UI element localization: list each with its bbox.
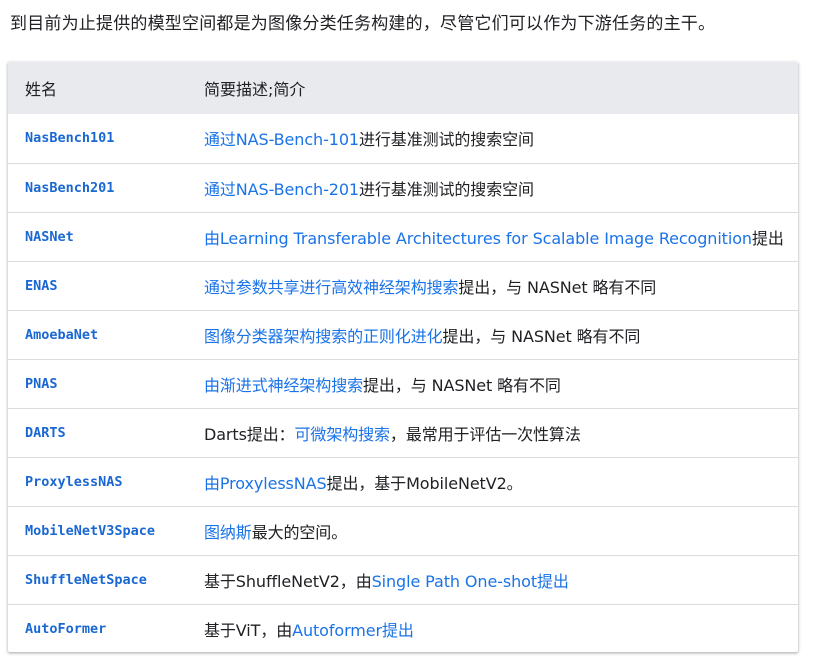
table-row: MobileNetV3Space 图纳斯最大的空间。 bbox=[8, 506, 798, 555]
model-space-name: NasBench101 bbox=[25, 130, 115, 147]
description-link[interactable]: 通过NAS-Bench-201 bbox=[204, 180, 359, 199]
table-row: NasBench201 通过NAS-Bench-201进行基准测试的搜索空间 bbox=[8, 163, 798, 212]
description-text: 提出，与 NASNet 略有不同 bbox=[442, 326, 641, 346]
model-space-table-grid: 姓名 简要描述;简介 NasBench101 通过NAS-Bench-101进行基… bbox=[8, 62, 798, 652]
table-row: AmoebaNet 图像分类器架构搜索的正则化进化提出，与 NASNet 略有不同 bbox=[8, 310, 798, 359]
model-space-description: 由渐进式神经架构搜索提出，与 NASNet 略有不同 bbox=[187, 359, 798, 408]
description-text: 提出，与 NASNet 略有不同 bbox=[363, 375, 561, 395]
description-text: 提出，基于MobileNetV2。 bbox=[326, 473, 523, 493]
table-header: 姓名 简要描述;简介 bbox=[8, 62, 798, 114]
description-text: 基于ViT，由 bbox=[204, 620, 293, 640]
model-space-name: ENAS bbox=[25, 277, 58, 294]
description-text: 提出 bbox=[751, 228, 784, 248]
model-space-description: 图纳斯最大的空间。 bbox=[187, 506, 798, 555]
description-link[interactable]: 可微架构搜索 bbox=[295, 425, 391, 444]
model-space-name: AutoFormer bbox=[25, 620, 107, 637]
description-link[interactable]: 图纳斯 bbox=[204, 523, 252, 542]
table-row: ShuffleNetSpace 基于ShuffleNetV2，由Single Pa… bbox=[8, 555, 798, 604]
model-space-name: NasBench201 bbox=[25, 179, 115, 196]
model-space-description: 由ProxylessNAS提出，基于MobileNetV2。 bbox=[187, 457, 798, 506]
description-text: 进行基准测试的搜索空间 bbox=[359, 130, 534, 150]
table-row: NasBench101 通过NAS-Bench-101进行基准测试的搜索空间 bbox=[8, 114, 798, 163]
description-text: ，最常用于评估一次性算法 bbox=[389, 424, 581, 444]
description-text: Darts提出： bbox=[204, 424, 295, 444]
model-space-table: 姓名 简要描述;简介 NasBench101 通过NAS-Bench-101进行基… bbox=[8, 62, 798, 652]
table-row: NASNet 由Learning Transferable Architectur… bbox=[8, 212, 798, 261]
description-text: 基于ShuffleNetV2，由 bbox=[204, 571, 372, 591]
description-link[interactable]: 由Learning Transferable Architectures for… bbox=[204, 229, 752, 248]
table-row: DARTS Darts提出：可微架构搜索，最常用于评估一次性算法 bbox=[8, 408, 798, 457]
model-space-description: 通过NAS-Bench-201进行基准测试的搜索空间 bbox=[187, 163, 798, 212]
model-space-name: MobileNetV3Space bbox=[25, 522, 156, 539]
column-header-name: 姓名 bbox=[25, 80, 58, 99]
model-space-name: AmoebaNet bbox=[25, 326, 99, 343]
description-text: 提出，与 NASNet 略有不同 bbox=[458, 277, 657, 297]
description-text: 最大的空间。 bbox=[251, 522, 348, 542]
model-space-description: 通过NAS-Bench-101进行基准测试的搜索空间 bbox=[187, 114, 798, 163]
model-space-description: Darts提出：可微架构搜索，最常用于评估一次性算法 bbox=[187, 408, 798, 457]
model-space-name: PNAS bbox=[25, 375, 58, 392]
table-row: ProxylessNAS 由ProxylessNAS提出，基于MobileNetV… bbox=[8, 457, 798, 506]
table-body: NasBench101 通过NAS-Bench-101进行基准测试的搜索空间 Nas… bbox=[8, 114, 798, 652]
model-space-description: 由Learning Transferable Architectures for… bbox=[187, 212, 798, 261]
description-link[interactable]: 通过NAS-Bench-101 bbox=[204, 130, 359, 149]
description-link[interactable]: Single Path One-shot提出 bbox=[372, 572, 569, 591]
description-link[interactable]: Autoformer提出 bbox=[292, 621, 414, 640]
description-link[interactable]: 由渐进式神经架构搜索 bbox=[204, 376, 363, 395]
model-space-name: DARTS bbox=[25, 424, 66, 441]
model-space-description: 基于ViT，由Autoformer提出 bbox=[187, 604, 798, 652]
model-space-description: 图像分类器架构搜索的正则化进化提出，与 NASNet 略有不同 bbox=[187, 310, 798, 359]
model-space-description: 通过参数共享进行高效神经架构搜索提出，与 NASNet 略有不同 bbox=[187, 261, 798, 310]
table-row: AutoFormer 基于ViT，由Autoformer提出 bbox=[8, 604, 798, 652]
model-space-name: ShuffleNetSpace bbox=[25, 571, 147, 588]
table-header-row: 姓名 简要描述;简介 bbox=[8, 62, 798, 114]
table-row: PNAS 由渐进式神经架构搜索提出，与 NASNet 略有不同 bbox=[8, 359, 798, 408]
model-space-description: 基于ShuffleNetV2，由Single Path One-shot提出 bbox=[187, 555, 798, 604]
table-row: ENAS 通过参数共享进行高效神经架构搜索提出，与 NASNet 略有不同 bbox=[8, 261, 798, 310]
description-link[interactable]: 由ProxylessNAS bbox=[204, 474, 327, 493]
description-text: 进行基准测试的搜索空间 bbox=[359, 179, 534, 199]
model-space-name: ProxylessNAS bbox=[25, 473, 123, 490]
description-link[interactable]: 图像分类器架构搜索的正则化进化 bbox=[204, 327, 443, 346]
model-space-name: NASNet bbox=[25, 228, 74, 245]
intro-paragraph: 到目前为止提供的模型空间都是为图像分类任务构建的，尽管它们可以作为下游任务的主干… bbox=[10, 14, 716, 34]
column-header-description: 简要描述;简介 bbox=[204, 80, 306, 99]
description-link[interactable]: 通过参数共享进行高效神经架构搜索 bbox=[204, 278, 459, 297]
